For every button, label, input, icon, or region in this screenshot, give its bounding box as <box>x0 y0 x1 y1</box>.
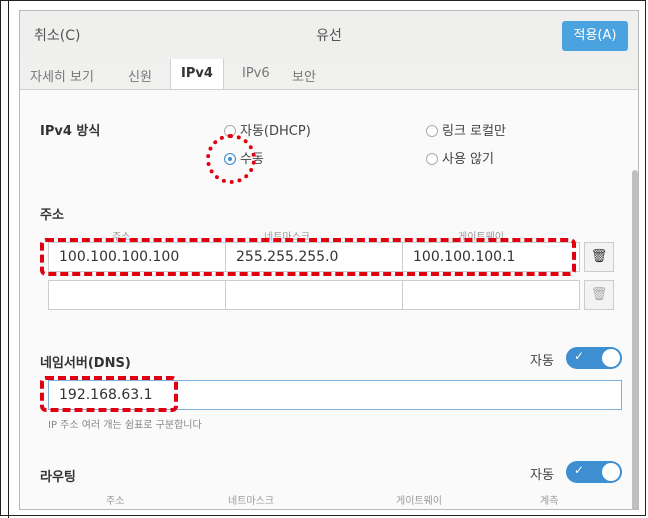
tab-security[interactable]: 보안 <box>292 66 316 85</box>
tab-identity[interactable]: 신원 <box>128 66 152 85</box>
route-col-address: 주소 <box>106 496 125 507</box>
route-col-metric: 계측 <box>540 496 559 507</box>
dns-section-label: 네임서버(DNS) <box>40 356 131 371</box>
route-col-netmask: 네트마스크 <box>228 496 274 507</box>
address-highlight-box <box>40 238 576 276</box>
trash-icon[interactable]: 🗑 <box>584 242 614 272</box>
address-section-label: 주소 <box>40 208 64 223</box>
check-icon: ✓ <box>574 349 585 363</box>
gateway-input-empty[interactable] <box>402 280 580 310</box>
dns-highlight-box <box>40 376 178 412</box>
radio-circle <box>426 153 438 165</box>
radio-link-local[interactable]: 링크 로컬만 <box>426 120 506 139</box>
wired-settings-dialog: 취소(C) 유선 적용(A) 자세히 보기 신원 IPv4 IPv6 보안 IP… <box>19 10 639 510</box>
trash-icon[interactable]: 🗑 <box>584 280 614 310</box>
radio-circle <box>426 125 438 137</box>
toggle-knob <box>602 463 620 481</box>
dialog-header: 취소(C) 유선 적용(A) <box>20 11 638 60</box>
tab-ipv6[interactable]: IPv6 <box>242 66 270 81</box>
check-icon: ✓ <box>574 463 585 477</box>
routing-auto-label: 자동 <box>530 468 554 483</box>
tab-bar: 자세히 보기 신원 IPv4 IPv6 보안 <box>20 59 638 90</box>
ipv4-method-label: IPv4 방식 <box>40 124 101 139</box>
scrollbar[interactable] <box>632 170 638 509</box>
address-input-empty[interactable] <box>48 280 226 310</box>
dns-auto-toggle[interactable]: ✓ <box>566 347 622 369</box>
dialog-title: 유선 <box>316 28 342 44</box>
routing-auto-toggle[interactable]: ✓ <box>566 461 622 483</box>
apply-button[interactable]: 적용(A) <box>562 21 628 51</box>
manual-highlight-circle <box>206 134 256 184</box>
page-divider <box>8 0 9 518</box>
ipv4-content: IPv4 방식 자동(DHCP) 링크 로컬만 수동 사용 않기 주소 주소 네… <box>20 90 638 509</box>
dns-auto-label: 자동 <box>530 354 554 369</box>
tab-details[interactable]: 자세히 보기 <box>30 66 94 85</box>
routing-section-label: 라우팅 <box>40 470 76 485</box>
tab-ipv4[interactable]: IPv4 <box>170 59 224 89</box>
route-col-gateway: 게이트웨이 <box>396 496 442 507</box>
radio-disabled[interactable]: 사용 않기 <box>426 148 494 167</box>
netmask-input-empty[interactable] <box>225 280 403 310</box>
dns-hint: IP 주소 여러 개는 쉼표로 구분합니다 <box>48 420 202 431</box>
toggle-knob <box>602 349 620 367</box>
